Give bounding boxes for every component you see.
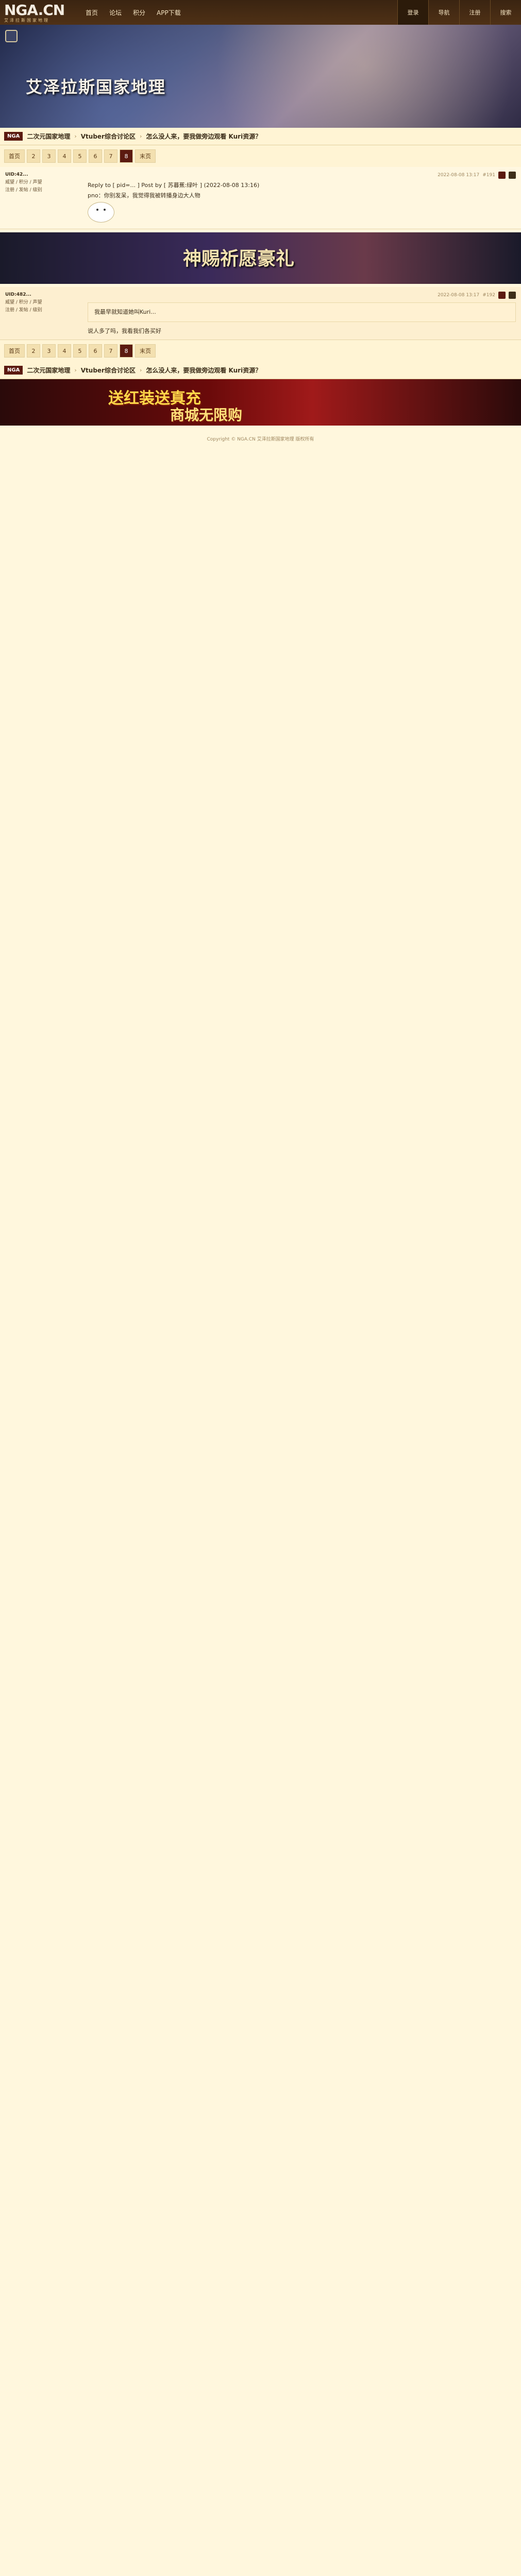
post-text: 说人多了吗，我看我们各买好 (88, 328, 161, 334)
user-name[interactable]: UID:42... (5, 171, 77, 179)
breadcrumb-separator: › (74, 367, 77, 374)
pager-current[interactable]: 8 (120, 344, 133, 358)
pager-page[interactable]: 7 (104, 149, 117, 163)
post-header: 2022-08-08 13:17 #192 (88, 291, 516, 299)
breadcrumb-item[interactable]: 怎么没人来，要我做旁边观看 Kuri资源？ (146, 132, 261, 141)
pager-last[interactable]: 末页 (135, 344, 156, 358)
banner-title: 艾泽拉斯国家地理 (26, 77, 166, 97)
nav-forum[interactable]: 论坛 (106, 8, 125, 17)
post: UID:42... 威望 / 积分 / 声望 注册 / 发帖 / 级别 2022… (0, 167, 521, 229)
pager-page[interactable]: 4 (58, 149, 71, 163)
footer: Copyright © NGA.CN 艾泽拉斯国家地理 版权所有 (0, 426, 521, 453)
main-nav: 首页 论坛 积分 APP下载 (82, 8, 184, 17)
post-floor: #192 (482, 293, 495, 298)
post-body: 2022-08-08 13:17 #191 Reply to [ pid=...… (82, 167, 521, 229)
ad-banner-bottom[interactable]: 送红装送真充 商城无限购 (0, 379, 521, 426)
pager-current[interactable]: 8 (120, 149, 133, 163)
reply-icon[interactable] (498, 172, 506, 179)
logo-text: NGA.CN (4, 2, 65, 19)
top-right-menu: 登录 导航 注册 搜索 (397, 0, 521, 25)
pager-bottom: 首页 2 3 4 5 6 7 8 末页 (0, 340, 521, 362)
post-header: 2022-08-08 13:17 #191 (88, 171, 516, 179)
pager-page[interactable]: 4 (58, 344, 71, 358)
pager-last[interactable]: 末页 (135, 149, 156, 163)
nav-home[interactable]: 首页 (82, 8, 101, 17)
pager-page[interactable]: 5 (73, 344, 87, 358)
breadcrumb-item[interactable]: 二次元国家地理 (27, 366, 70, 375)
pager-page[interactable]: 2 (27, 149, 40, 163)
banner: 艾泽拉斯国家地理 (0, 25, 521, 128)
breadcrumb-separator: › (139, 133, 142, 140)
ad-title: 神赐祈愿豪礼 (183, 248, 295, 269)
reply-icon[interactable] (498, 292, 506, 299)
breadcrumb-separator: › (74, 133, 77, 140)
more-icon[interactable] (509, 172, 516, 179)
pager-page[interactable]: 7 (104, 344, 117, 358)
ad-banner[interactable]: 神赐祈愿豪礼 (0, 232, 521, 284)
post-time: 2022-08-08 13:17 (438, 173, 480, 178)
more-icon[interactable] (509, 292, 516, 299)
nav-points[interactable]: 积分 (130, 8, 148, 17)
breadcrumb-item[interactable]: Vtuber综合讨论区 (81, 132, 136, 141)
pager-page[interactable]: 5 (73, 149, 87, 163)
breadcrumb-home[interactable]: NGA (4, 366, 23, 375)
pager-page[interactable]: 2 (27, 344, 40, 358)
user-info: UID:482... 威望 / 积分 / 声望 注册 / 发帖 / 级别 (0, 287, 82, 340)
breadcrumb: NGA 二次元国家地理 › Vtuber综合讨论区 › 怎么没人来，要我做旁边观… (0, 128, 521, 145)
breadcrumb-item[interactable]: 怎么没人来，要我做旁边观看 Kuri资源？ (146, 366, 261, 375)
user-meta: 注册 / 发帖 / 级别 (5, 188, 42, 193)
blank-area (0, 453, 521, 1484)
breadcrumb-item[interactable]: 二次元国家地理 (27, 132, 70, 141)
pager-top: 首页 2 3 4 5 6 7 8 末页 (0, 145, 521, 167)
user-name[interactable]: UID:482... (5, 291, 77, 299)
pager-first[interactable]: 首页 (4, 149, 25, 163)
pager-page[interactable]: 3 (42, 344, 56, 358)
banner-icon (5, 30, 18, 42)
pager-page[interactable]: 3 (42, 149, 56, 163)
search-button[interactable]: 搜索 (490, 0, 521, 25)
post-time: 2022-08-08 13:17 (438, 293, 480, 298)
breadcrumb-home[interactable]: NGA (4, 132, 23, 141)
logo-subtext: 艾泽拉斯国家地理 (4, 18, 49, 23)
sticker-icon (88, 202, 114, 223)
post-text: pno：你别发呆，我觉得我被转播身边大人物 (88, 192, 200, 199)
quote-block: 我最早就知道她叫Kuri... (88, 302, 516, 322)
ad-line2: 商城无限购 (170, 406, 243, 423)
post: UID:482... 威望 / 积分 / 声望 注册 / 发帖 / 级别 202… (0, 287, 521, 340)
site-logo[interactable]: NGA.CN 艾泽拉斯国家地理 (0, 0, 77, 25)
pager-first[interactable]: 首页 (4, 344, 25, 358)
topbar: NGA.CN 艾泽拉斯国家地理 首页 论坛 积分 APP下载 登录 导航 注册 … (0, 0, 521, 25)
user-meta: 威望 / 积分 / 声望 (5, 300, 42, 305)
footer-text: Copyright © NGA.CN 艾泽拉斯国家地理 版权所有 (207, 437, 314, 442)
post-body: 2022-08-08 13:17 #192 我最早就知道她叫Kuri... 说人… (82, 287, 521, 340)
breadcrumb-bottom: NGA 二次元国家地理 › Vtuber综合讨论区 › 怎么没人来，要我做旁边观… (0, 362, 521, 379)
user-info: UID:42... 威望 / 积分 / 声望 注册 / 发帖 / 级别 (0, 167, 82, 229)
pager-page[interactable]: 6 (89, 344, 102, 358)
reply-line: Reply to [ pid=... ] Post by [ 苏暮蕉:绿叶 ] … (88, 182, 260, 189)
user-meta: 威望 / 积分 / 声望 (5, 180, 42, 185)
breadcrumb-separator: › (139, 367, 142, 374)
user-meta: 注册 / 发帖 / 级别 (5, 308, 42, 313)
post-floor: #191 (482, 173, 495, 178)
breadcrumb-item[interactable]: Vtuber综合讨论区 (81, 366, 136, 375)
register-button[interactable]: 注册 (459, 0, 490, 25)
nav-app[interactable]: APP下载 (154, 8, 184, 17)
pager-page[interactable]: 6 (89, 149, 102, 163)
guide-button[interactable]: 导航 (428, 0, 459, 25)
login-button[interactable]: 登录 (397, 0, 428, 25)
